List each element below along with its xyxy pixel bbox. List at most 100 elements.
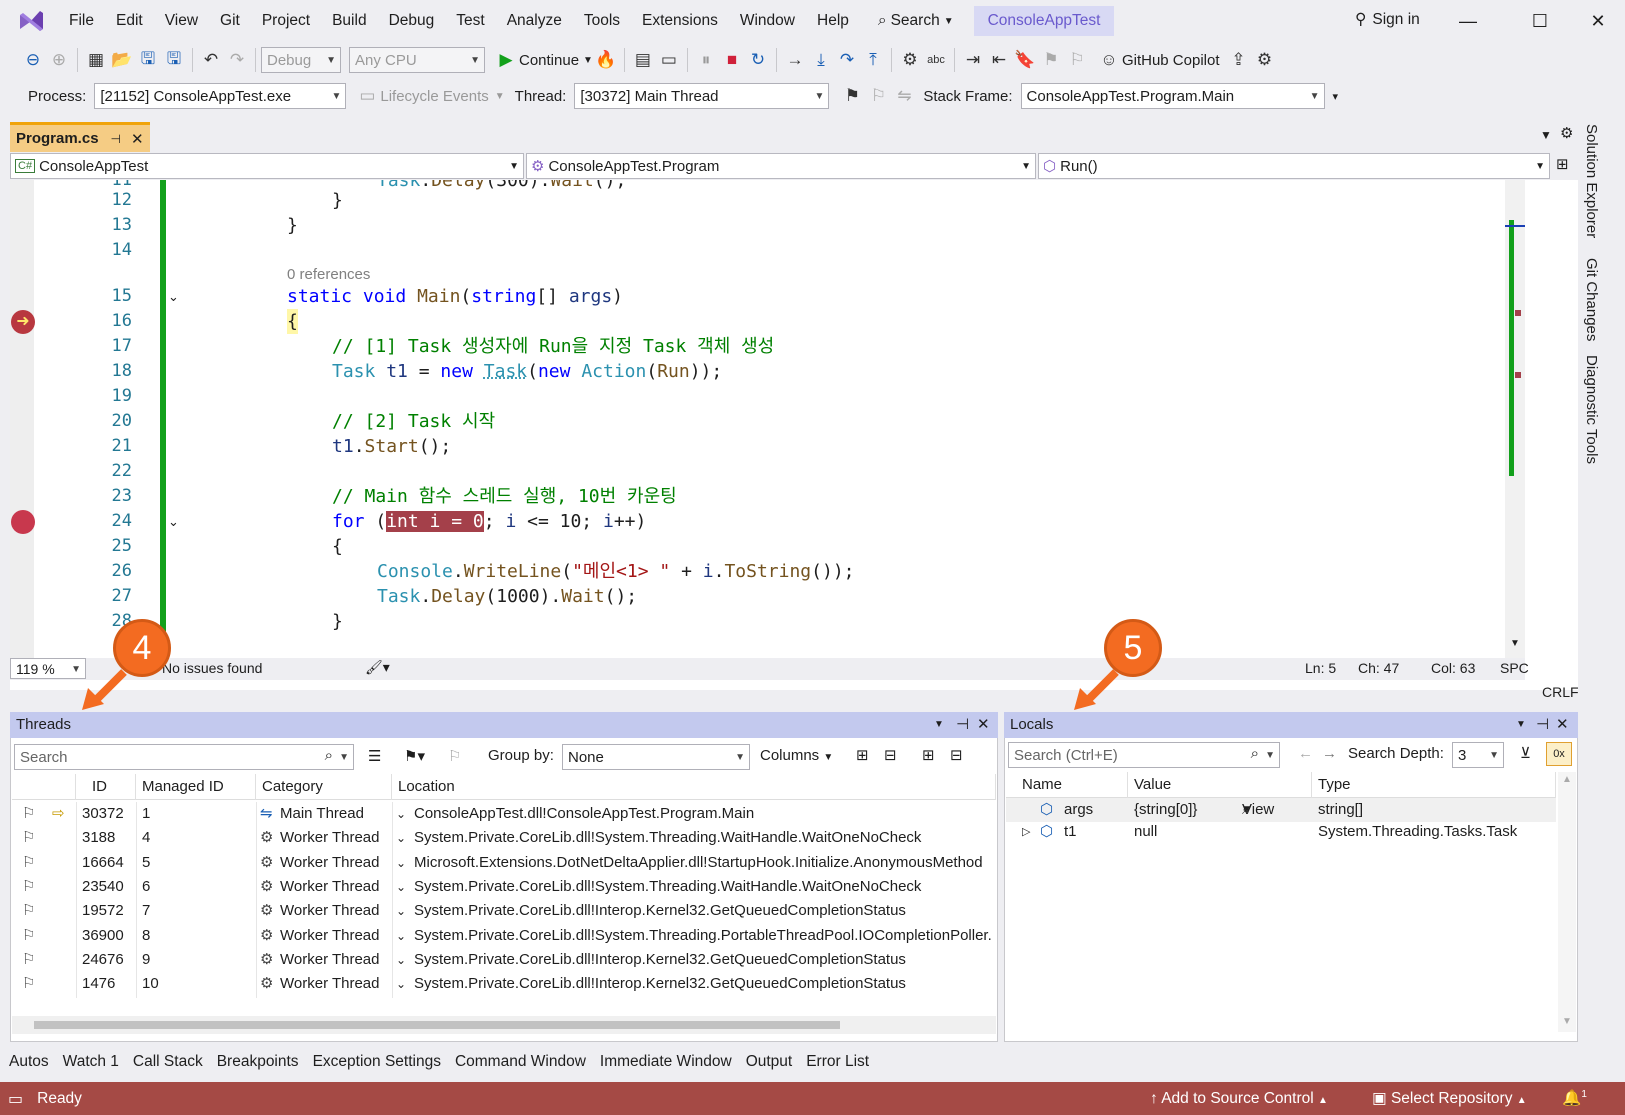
flag-icon[interactable]: ⚐ <box>22 899 35 923</box>
tab-command-window[interactable]: Command Window <box>448 1053 593 1071</box>
threads-search-input[interactable]: Search ⌕ ▼ <box>14 744 354 770</box>
columns-button[interactable]: Columns ▼ <box>760 747 833 764</box>
chevron-down-icon[interactable]: ▼ <box>583 55 593 66</box>
thread-row[interactable]: ⚐ 3188 4 ⚙ Worker Thread ⌄ System.Private.Core… <box>12 826 996 850</box>
search-depth-select[interactable]: 3 ▼ <box>1452 742 1504 768</box>
pin-icon[interactable]: ⊣ <box>111 132 121 146</box>
git-changes-tab[interactable]: Git Changes <box>1583 258 1600 341</box>
tab-output[interactable]: Output <box>739 1053 800 1071</box>
hex-display-icon[interactable]: 0x <box>1546 742 1572 766</box>
menu-extensions[interactable]: Extensions <box>631 0 729 42</box>
new-project-icon[interactable]: ▦ <box>83 47 109 73</box>
menu-view[interactable]: View <box>154 0 209 42</box>
expand-callstack-icon[interactable]: ⌄ <box>396 948 406 972</box>
comment-icon[interactable]: ⇥ <box>960 47 986 73</box>
column-header-type[interactable]: Type <box>1312 772 1556 798</box>
chevron-down-icon[interactable]: ▼ <box>339 752 349 763</box>
save-icon[interactable]: 🖫 <box>135 47 161 73</box>
col-number[interactable]: Col: 63 <box>1431 660 1475 676</box>
bookmark-icon[interactable]: 🔖 <box>1012 47 1038 73</box>
menu-test[interactable]: Test <box>445 0 495 42</box>
collapse-groups-icon[interactable]: ⊟ <box>884 746 897 764</box>
project-nav-select[interactable]: C# ConsoleAppTest ▼ <box>10 153 524 179</box>
show-next-statement-icon[interactable]: → <box>782 47 808 73</box>
menu-file[interactable]: File <box>58 0 105 42</box>
flag-all-icon[interactable]: ⚐ <box>865 83 891 109</box>
pin-icon[interactable]: ⊣ <box>1536 712 1549 738</box>
flag-icon[interactable]: ⚐ <box>22 826 35 850</box>
undo-icon[interactable]: ↶ <box>198 47 224 73</box>
thread-row[interactable]: ⚐ 19572 7 ⚙ Worker Thread ⌄ System.Private.Cor… <box>12 899 996 923</box>
lifecycle-events-button[interactable]: Lifecycle Events <box>380 88 488 105</box>
tab-breakpoints[interactable]: Breakpoints <box>210 1053 306 1071</box>
column-header-location[interactable]: Location <box>392 774 996 800</box>
stop-icon[interactable]: ■ <box>719 47 745 73</box>
diagnostic-tools-tab[interactable]: Diagnostic Tools <box>1583 355 1600 464</box>
line-ending[interactable]: CRLF <box>1542 684 1579 700</box>
search-icon[interactable]: ⌕ <box>1251 745 1259 762</box>
editor-vertical-scrollbar[interactable]: ▼ <box>1505 180 1525 658</box>
code-editor[interactable]: 11 Task.Delay(300).Wait(); 12} 13} 14 0 r… <box>10 180 1570 658</box>
column-header-managed-id[interactable]: Managed ID <box>136 774 256 800</box>
solution-explorer-icon[interactable]: ▤ <box>630 47 656 73</box>
window-position-icon[interactable]: ▼ <box>1516 712 1526 738</box>
tab-immediate-window[interactable]: Immediate Window <box>593 1053 739 1071</box>
parallel-stacks-icon[interactable]: ⇋ <box>891 83 917 109</box>
collapse-icon[interactable]: ⌄ <box>168 509 179 534</box>
column-header-name[interactable]: Name <box>1006 772 1128 798</box>
tab-program-cs[interactable]: Program.cs ⊣ ✕ <box>10 122 150 152</box>
expand-callstack-icon[interactable]: ⌄ <box>396 899 406 923</box>
restart-icon[interactable]: ↻ <box>745 47 771 73</box>
code-cleanup-icon[interactable]: 🖌▾ <box>365 659 390 676</box>
expand-groups-icon[interactable]: ⊞ <box>856 746 869 764</box>
collapse-all-icon[interactable]: ⊟ <box>950 746 963 764</box>
close-icon[interactable]: ✕ <box>1556 712 1569 738</box>
menu-analyze[interactable]: Analyze <box>496 0 573 42</box>
type-nav-select[interactable]: ⚙ ConsoleAppTest.Program ▼ <box>526 153 1036 179</box>
open-folder-icon[interactable]: 📂 <box>109 47 135 73</box>
forward-icon[interactable]: ⊕ <box>46 47 72 73</box>
line-number[interactable]: Ln: 5 <box>1305 660 1336 676</box>
notification-window-icon[interactable]: ▭ <box>8 1089 23 1109</box>
flag-icon[interactable]: ⚐ <box>22 924 35 948</box>
expand-callstack-icon[interactable]: ⌄ <box>396 924 406 948</box>
uncomment-icon[interactable]: ⇤ <box>986 47 1012 73</box>
tab-exception-settings[interactable]: Exception Settings <box>306 1053 448 1071</box>
scroll-down-icon[interactable]: ▼ <box>1510 638 1520 649</box>
menu-tools[interactable]: Tools <box>573 0 631 42</box>
thread-row[interactable]: ⚐ 23540 6 ⚙ Worker Thread ⌄ System.Private.Cor… <box>12 875 996 899</box>
maximize-button[interactable]: ☐ <box>1525 8 1555 34</box>
column-header-category[interactable]: Category <box>256 774 392 800</box>
tab-call-stack[interactable]: Call Stack <box>126 1053 210 1071</box>
flag-all-icon[interactable]: ⚐ <box>448 747 461 765</box>
search-icon[interactable]: ⌕ <box>325 747 333 764</box>
expand-callstack-icon[interactable]: ⌄ <box>396 972 406 996</box>
expand-arrow-icon[interactable]: ▷ <box>1022 820 1030 844</box>
toolbar-overflow-icon[interactable]: ▾ <box>1333 90 1339 103</box>
next-bookmark-icon[interactable]: ⚐ <box>1064 47 1090 73</box>
menu-debug[interactable]: Debug <box>378 0 446 42</box>
menu-project[interactable]: Project <box>251 0 321 42</box>
locals-row[interactable]: ⬡ args {string[0]} ⌕ View ▼ string[] <box>1006 798 1556 822</box>
menu-window[interactable]: Window <box>729 0 806 42</box>
spell-check-icon[interactable]: abc <box>923 47 949 73</box>
hot-reload-icon[interactable]: 🔥 <box>593 47 619 73</box>
continue-button[interactable]: Continue <box>519 52 579 69</box>
flag-icon[interactable]: ⚐ <box>22 948 35 972</box>
expand-callstack-icon[interactable]: ⌄ <box>396 875 406 899</box>
split-editor-icon[interactable]: ⊞ <box>1556 155 1569 180</box>
column-header-id[interactable]: ID <box>76 774 136 800</box>
tab-list-icon[interactable]: ▼ <box>1540 128 1552 142</box>
search-button[interactable]: ⌕ Search ▼ <box>878 12 954 30</box>
settings-icon[interactable]: ⚙ <box>1252 47 1278 73</box>
close-icon[interactable]: ✕ <box>977 712 990 738</box>
process-select[interactable]: [21152] ConsoleAppTest.exe ▼ <box>94 83 347 109</box>
configuration-select[interactable]: Debug ▼ <box>261 47 341 73</box>
step-over-icon[interactable]: ↷ <box>834 47 860 73</box>
flag-icon[interactable]: ⚑▾ <box>404 747 425 765</box>
expand-callstack-icon[interactable]: ⌄ <box>396 851 406 875</box>
indent-mode[interactable]: SPC <box>1500 660 1529 676</box>
gear-icon[interactable]: ⚙ <box>1560 124 1573 142</box>
thread-row[interactable]: ⚐ 16664 5 ⚙ Worker Thread ⌄ Microsoft.Extensio… <box>12 851 996 875</box>
expand-all-icon[interactable]: ⊞ <box>922 746 935 764</box>
